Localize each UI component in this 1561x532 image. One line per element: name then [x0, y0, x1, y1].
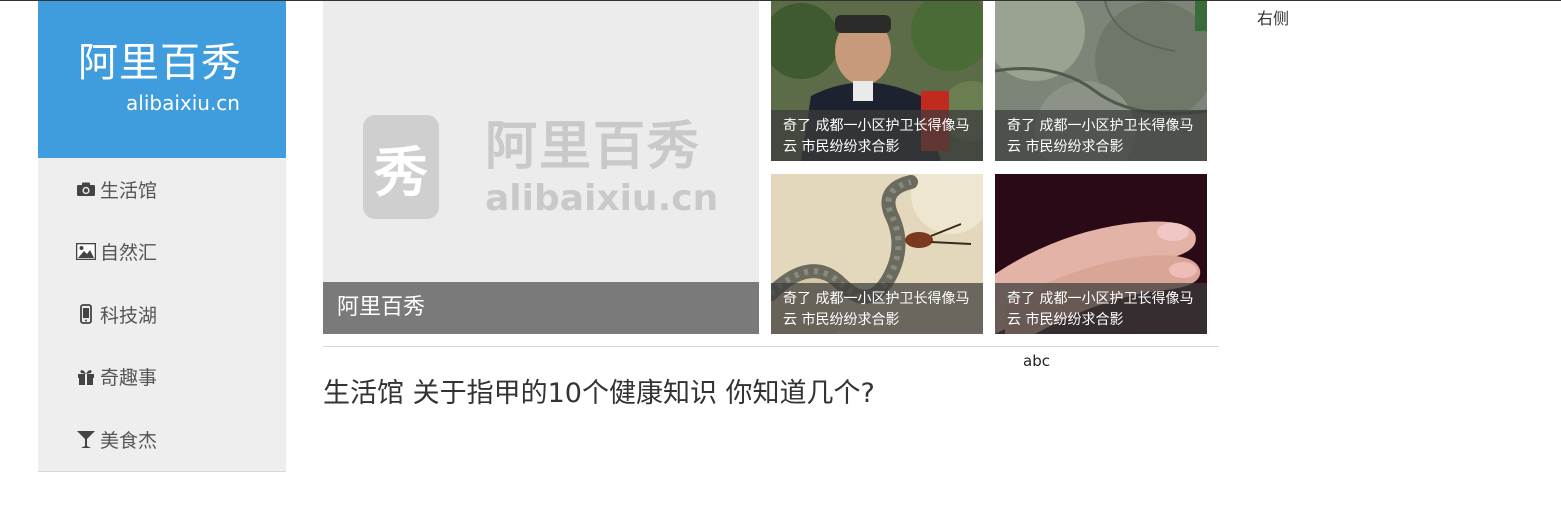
sidebar-item-label: 奇趣事 — [100, 367, 158, 390]
sidebar-item-tech[interactable]: 科技湖 — [38, 283, 286, 346]
thumb-caption: 奇了 成都一小区护卫长得像马云 市民纷纷求合影 — [995, 283, 1207, 334]
thumb-card[interactable]: 奇了 成都一小区护卫长得像马云 市民纷纷求合影 — [771, 1, 983, 161]
thumb-card[interactable]: 奇了 成都一小区护卫长得像马云 市民纷纷求合影 — [995, 174, 1207, 334]
sidebar-item-fun[interactable]: 奇趣事 — [38, 346, 286, 409]
right-column-label: 右侧 — [1257, 9, 1290, 28]
thumb-caption: 奇了 成都一小区护卫长得像马云 市民纷纷求合影 — [995, 110, 1207, 161]
sidebar-item-label: 科技湖 — [100, 304, 158, 327]
section-divider — [323, 346, 1219, 347]
thumb-caption: 奇了 成都一小区护卫长得像马云 市民纷纷求合影 — [771, 283, 983, 334]
gift-icon — [76, 367, 96, 387]
sidebar-item-food[interactable]: 美食杰 — [38, 408, 286, 471]
site-logo[interactable]: 阿里百秀 alibaixiu.cn — [38, 1, 286, 158]
sidebar-nav: 生活馆 自然汇 科技湖 奇趣事 美食杰 — [38, 158, 286, 471]
logo-text-en: alibaixiu.cn — [126, 91, 240, 115]
abc-label: abc — [1023, 352, 1050, 370]
phone-icon — [76, 304, 96, 325]
thumb-card[interactable]: 奇了 成都一小区护卫长得像马云 市民纷纷求合影 — [995, 1, 1207, 161]
picture-icon — [76, 242, 96, 262]
logo-text-cn: 阿里百秀 — [78, 40, 242, 86]
watermark-text-en: alibaixiu.cn — [485, 178, 719, 219]
article-title[interactable]: 生活馆 关于指甲的10个健康知识 你知道几个? — [323, 371, 875, 410]
hero-slide[interactable]: 秀 阿里百秀 alibaixiu.cn 阿里百秀 — [323, 1, 759, 334]
hero-caption: 阿里百秀 — [323, 282, 759, 334]
thumb-caption: 奇了 成都一小区护卫长得像马云 市民纷纷求合影 — [771, 110, 983, 161]
sidebar-item-label: 生活馆 — [100, 179, 158, 202]
watermark-badge: 秀 — [363, 115, 439, 219]
sidebar-item-nature[interactable]: 自然汇 — [38, 221, 286, 284]
sidebar-item-label: 美食杰 — [100, 429, 158, 452]
cocktail-glass-icon — [76, 429, 96, 449]
sidebar: 阿里百秀 alibaixiu.cn 生活馆 自然汇 科技湖 奇趣事 美食杰 — [38, 1, 286, 472]
thumb-card[interactable]: 奇了 成都一小区护卫长得像马云 市民纷纷求合影 — [771, 174, 983, 334]
watermark-text-cn: 阿里百秀 — [485, 117, 702, 177]
sidebar-item-life[interactable]: 生活馆 — [38, 158, 286, 221]
camera-icon — [76, 179, 96, 199]
sidebar-item-label: 自然汇 — [100, 242, 158, 265]
